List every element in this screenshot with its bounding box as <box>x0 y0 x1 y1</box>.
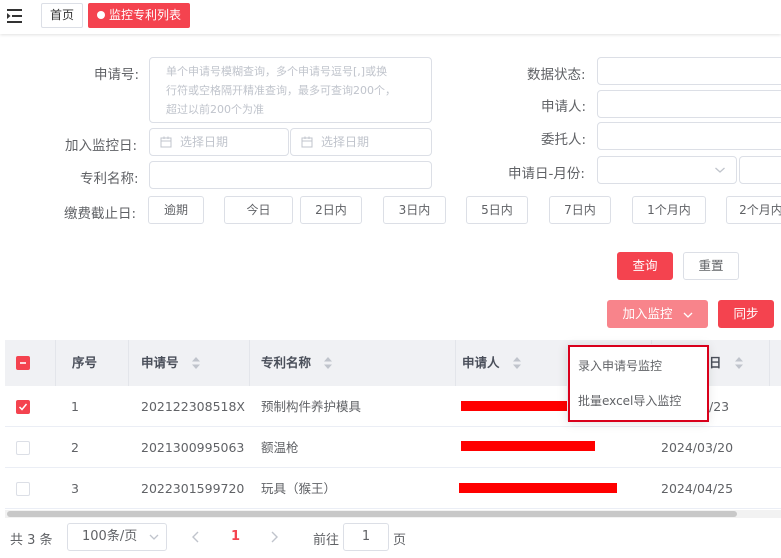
date-placeholder: 选择日期 <box>321 135 370 149</box>
select-all-cell <box>5 340 55 386</box>
next-page-icon[interactable] <box>269 531 279 546</box>
cell-date: 2024/03/20 <box>661 440 734 455</box>
sort-icon[interactable] <box>512 356 522 370</box>
placeholder-line: 行符或空格隔开精准查询，最多可查询200个， <box>166 84 396 97</box>
cell-index: 1 <box>71 399 79 414</box>
application-no-textarea[interactable]: 单个申请号模糊查询，多个申请号逗号[,]或换 行符或空格隔开精准查询，最多可查询… <box>149 57 432 123</box>
applicant-input[interactable] <box>597 90 781 118</box>
cell-patent-name: 额温枪 <box>261 440 299 455</box>
tab-monitored-patents[interactable]: 监控专利列表 <box>88 3 191 28</box>
scrollbar-thumb[interactable] <box>7 511 737 517</box>
pagination: 共 3 条 100条/页 1 前往 1 页 <box>0 521 781 553</box>
sort-icon[interactable] <box>191 356 201 370</box>
calendar-icon <box>301 136 313 148</box>
menu-item-enter-application-no[interactable]: 录入申请号监控 <box>578 357 662 374</box>
apply-month-label: 申请日-月份: <box>508 166 585 182</box>
row-checkbox[interactable] <box>16 482 30 496</box>
hamburger-menu-icon[interactable] <box>6 7 26 25</box>
monitor-date-label: 加入监控日: <box>65 138 138 154</box>
fee-option-3days[interactable]: 3日内 <box>383 196 446 224</box>
reset-button[interactable]: 重置 <box>683 252 739 280</box>
row-checkbox[interactable] <box>16 400 30 414</box>
column-label: 日 <box>709 355 722 370</box>
application-no-label: 申请号: <box>94 67 140 83</box>
tab-home[interactable]: 首页 <box>41 3 84 28</box>
placeholder-line: 单个申请号模糊查询，多个申请号逗号[,]或换 <box>166 65 388 78</box>
active-dot-icon <box>97 11 105 19</box>
patent-name-input[interactable] <box>149 161 432 189</box>
fee-option-2months[interactable]: 2个月内 <box>726 196 781 224</box>
apply-month-select-2[interactable] <box>739 156 781 184</box>
total-count: 共 3 条 <box>10 533 53 548</box>
cell-index: 2 <box>71 440 79 455</box>
add-monitor-button[interactable]: 加入监控 <box>607 300 708 328</box>
monitor-date-start[interactable]: 选择日期 <box>149 128 289 156</box>
fee-deadline-label: 缴费截止日: <box>64 206 137 222</box>
column-label: 专利名称 <box>261 355 312 370</box>
query-button[interactable]: 查询 <box>617 252 673 280</box>
redacted-applicant <box>459 483 617 493</box>
fee-option-today[interactable]: 今日 <box>224 196 293 224</box>
sync-button[interactable]: 同步 <box>718 300 774 328</box>
cell-application-no: 2021300995063 <box>141 440 245 455</box>
horizontal-scrollbar[interactable] <box>5 510 781 518</box>
cell-patent-name: 预制构件养护模具 <box>261 399 362 414</box>
column-label: 申请号 <box>141 355 179 370</box>
fee-option-5days[interactable]: 5日内 <box>466 196 528 224</box>
prev-page-icon[interactable] <box>191 531 201 546</box>
table-row[interactable]: 3 2022301599720 玩具（猴王） 2024/04/25 <box>5 468 781 509</box>
cell-date: /23 <box>709 399 730 414</box>
cell-application-no: 202122308518X <box>141 399 245 414</box>
data-status-select[interactable] <box>597 57 781 85</box>
chevron-down-icon <box>683 312 692 318</box>
cell-date: 2024/04/25 <box>661 481 734 496</box>
row-checkbox[interactable] <box>16 441 30 455</box>
menu-item-batch-excel-import[interactable]: 批量excel导入监控 <box>578 392 681 409</box>
fee-option-2days[interactable]: 2日内 <box>300 196 362 224</box>
column-header-patent-name[interactable]: 专利名称 <box>250 340 456 386</box>
column-header-index: 序号 <box>55 340 129 386</box>
calendar-icon <box>160 136 172 148</box>
goto-suffix: 页 <box>393 533 407 548</box>
goto-prefix: 前往 <box>313 533 340 548</box>
agent-label: 委托人: <box>541 132 587 148</box>
cell-application-no: 2022301599720 <box>141 481 245 496</box>
sort-icon[interactable] <box>323 356 333 370</box>
fee-option-7days[interactable]: 7日内 <box>549 196 611 224</box>
sort-icon[interactable] <box>734 356 744 370</box>
add-monitor-dropdown: 录入申请号监控 批量excel导入监控 <box>567 344 709 422</box>
cell-patent-name: 玩具（猴王） <box>261 481 337 496</box>
applicant-label: 申请人: <box>541 99 587 115</box>
data-status-label: 数据状态: <box>527 67 586 83</box>
page-size-select[interactable]: 100条/页 <box>67 523 167 551</box>
agent-input[interactable] <box>597 122 781 150</box>
placeholder-line: 超过以前200个为准 <box>166 103 264 116</box>
table-row[interactable]: 2 2021300995063 额温枪 2024/03/20 <box>5 427 781 468</box>
cell-index: 3 <box>71 481 79 496</box>
page-size-value: 100条/页 <box>82 529 138 544</box>
redacted-applicant <box>461 441 595 451</box>
patent-name-label: 专利名称: <box>80 171 139 187</box>
column-header-application-no[interactable]: 申请号 <box>129 340 250 386</box>
apply-month-select[interactable] <box>597 156 737 184</box>
add-monitor-label: 加入监控 <box>622 306 673 321</box>
column-label: 申请人 <box>462 355 500 370</box>
monitor-date-end[interactable]: 选择日期 <box>290 128 432 156</box>
chevron-down-icon <box>149 534 159 540</box>
chevron-down-icon <box>715 167 725 173</box>
fee-option-overdue[interactable]: 逾期 <box>148 196 204 224</box>
goto-page-input[interactable]: 1 <box>343 523 389 551</box>
current-page[interactable]: 1 <box>231 529 240 544</box>
select-all-checkbox[interactable] <box>16 356 30 370</box>
fee-option-1month[interactable]: 1个月内 <box>632 196 706 224</box>
top-bar: 首页 监控专利列表 <box>0 0 781 34</box>
date-placeholder: 选择日期 <box>180 135 229 149</box>
tab-label: 监控专利列表 <box>109 8 182 22</box>
